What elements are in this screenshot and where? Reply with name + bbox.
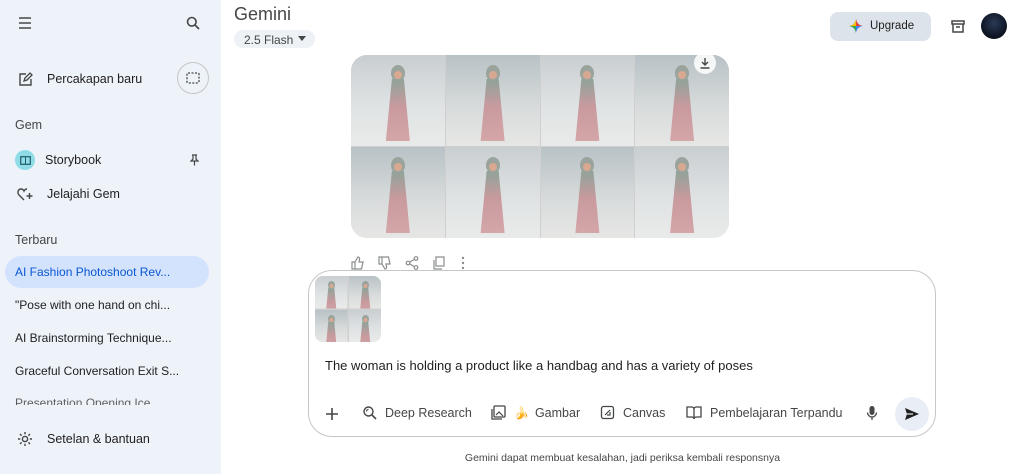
sidebar-item-storybook[interactable]: Storybook: [10, 148, 205, 172]
download-icon[interactable]: [694, 52, 716, 74]
image-icon: [491, 405, 506, 420]
canvas-label: Canvas: [623, 405, 666, 420]
new-chat-button[interactable]: Percakapan baru: [10, 64, 170, 94]
gem-heading: Gem: [15, 118, 43, 132]
generated-image-grid[interactable]: [351, 55, 729, 238]
sparkle-icon: [849, 19, 863, 38]
image-button[interactable]: 🍌 Gambar: [491, 405, 580, 420]
canvas-icon: [600, 405, 615, 420]
gear-icon: [16, 430, 34, 448]
heart-plus-icon: [16, 185, 34, 203]
settings-label: Setelan & bantuan: [47, 432, 150, 446]
response-actions: [351, 256, 481, 270]
photo-tile: [351, 55, 445, 146]
model-selector[interactable]: 2.5 Flash: [234, 30, 315, 48]
sidebar: Percakapan baru Gem Storybook Jelajahi G…: [0, 0, 221, 474]
recent-list-clip: Presentation Opening Ice...: [0, 392, 221, 405]
recent-chat-item-active[interactable]: AI Fashion Photoshoot Rev...: [15, 265, 185, 279]
recent-heading: Terbaru: [15, 233, 58, 247]
new-chat-label: Percakapan baru: [47, 72, 143, 86]
banana-emoji-icon: 🍌: [514, 405, 529, 420]
microphone-icon[interactable]: [861, 402, 883, 424]
canvas-button[interactable]: Canvas: [600, 405, 665, 420]
thumb-tile: [348, 309, 381, 342]
deep-research-button[interactable]: Deep Research: [362, 405, 472, 420]
thumb-tile: [315, 309, 348, 342]
thumb-up-icon[interactable]: [351, 256, 365, 270]
send-button[interactable]: [895, 397, 929, 431]
settings-help-button[interactable]: Setelan & bantuan: [10, 426, 200, 452]
avatar[interactable]: [981, 13, 1007, 39]
sidebar-item-label: Storybook: [45, 153, 102, 167]
archive-icon[interactable]: [947, 15, 969, 37]
storybook-icon: [15, 150, 35, 170]
search-icon[interactable]: [182, 12, 204, 34]
temporary-chat-button[interactable]: [177, 62, 209, 94]
recent-chat-item[interactable]: Presentation Opening Ice...: [15, 396, 185, 405]
model-label: 2.5 Flash: [244, 33, 294, 47]
recent-chat-item[interactable]: AI Brainstorming Technique...: [15, 331, 185, 345]
app-title: Gemini: [234, 4, 292, 24]
attached-image-thumbnail[interactable]: [315, 276, 381, 342]
deep-research-icon: [363, 406, 377, 420]
thumb-tile: [315, 276, 348, 309]
thumb-down-icon[interactable]: [378, 256, 392, 270]
copy-icon[interactable]: [432, 256, 446, 270]
photo-tile: [540, 55, 635, 146]
recent-chat-item[interactable]: Graceful Conversation Exit S...: [15, 364, 185, 378]
pin-icon[interactable]: [186, 152, 202, 168]
prompt-input[interactable]: The woman is holding a product like a ha…: [325, 358, 753, 373]
upgrade-button[interactable]: Upgrade: [830, 12, 931, 41]
photo-tile: [635, 55, 729, 146]
deep-research-label: Deep Research: [385, 405, 472, 420]
sidebar-item-explore-gems[interactable]: Jelajahi Gem: [10, 182, 205, 206]
guided-learning-button[interactable]: Pembelajaran Terpandu: [686, 405, 843, 420]
guided-learning-label: Pembelajaran Terpandu: [710, 405, 843, 420]
edit-icon: [16, 70, 34, 88]
send-icon: [905, 408, 919, 420]
more-vert-icon[interactable]: [461, 256, 465, 270]
thumb-tile: [348, 276, 381, 309]
chevron-down-icon: [298, 36, 306, 41]
photo-tile: [540, 147, 635, 238]
open-book-icon: [686, 406, 702, 420]
add-icon[interactable]: [321, 403, 343, 425]
image-label: Gambar: [534, 405, 581, 420]
photo-tile: [445, 55, 540, 146]
photo-tile: [351, 147, 445, 238]
upgrade-label: Upgrade: [870, 20, 915, 32]
share-icon[interactable]: [405, 256, 419, 270]
sidebar-item-label: Jelajahi Gem: [47, 187, 120, 201]
recent-chat-item[interactable]: "Pose with one hand on chi...: [15, 298, 185, 312]
photo-tile: [445, 147, 540, 238]
photo-tile: [635, 147, 729, 238]
disclaimer-text: Gemini dapat membuat kesalahan, jadi per…: [464, 452, 781, 464]
menu-icon[interactable]: [14, 12, 36, 34]
